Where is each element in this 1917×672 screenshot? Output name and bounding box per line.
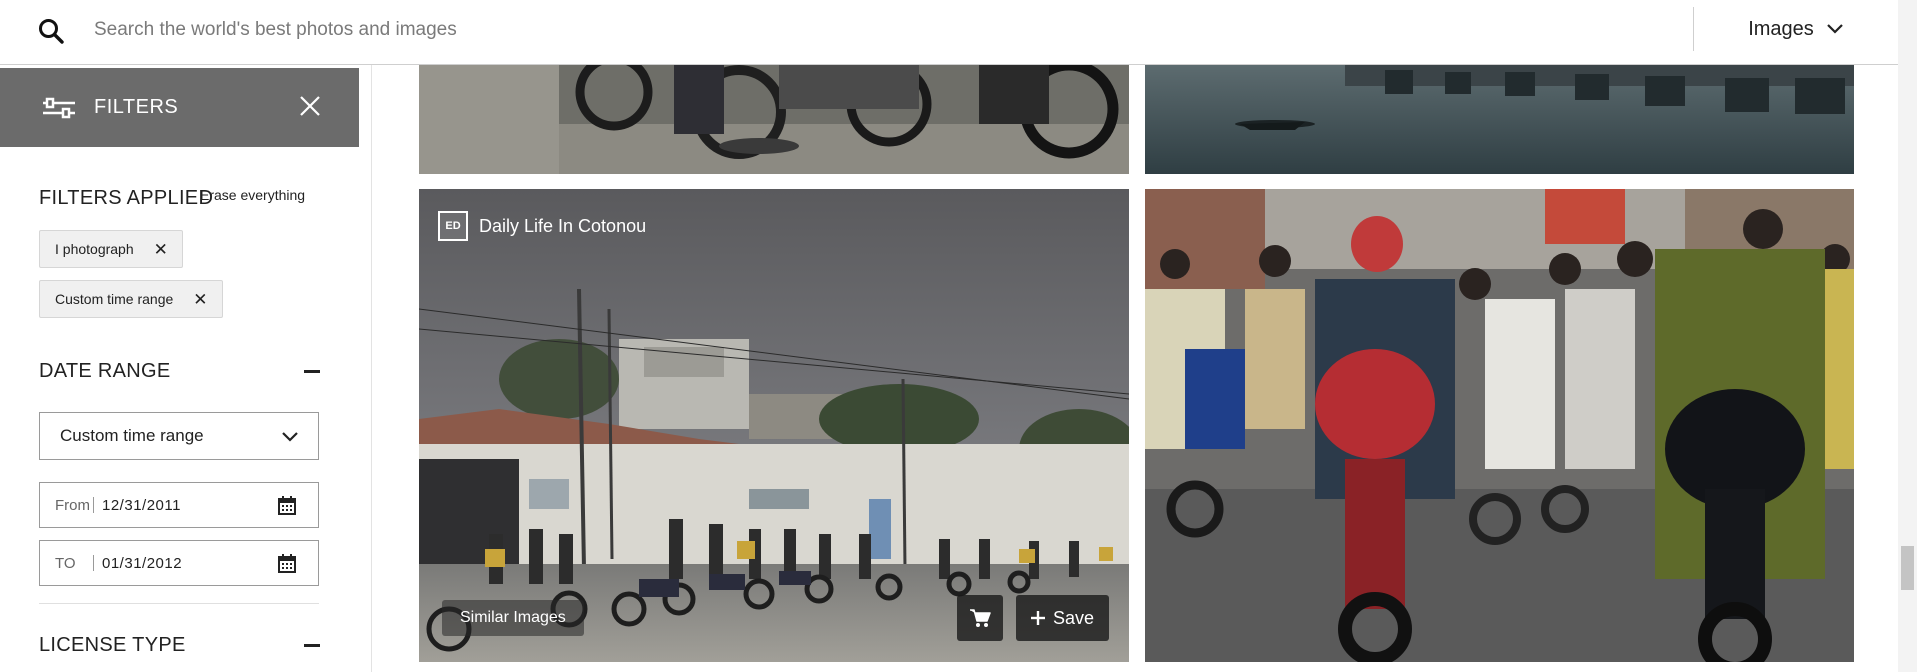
image-title[interactable]: Daily Life In Cotonou <box>479 216 646 237</box>
calendar-icon[interactable] <box>278 554 296 573</box>
section-divider <box>39 603 319 604</box>
image-type-label: Images <box>1748 17 1814 40</box>
motorcyclists-photo <box>1145 189 1854 662</box>
erase-all-link[interactable]: Erase everything <box>200 187 305 203</box>
date-range-title: DATE RANGE <box>39 360 171 382</box>
search-icon[interactable] <box>38 18 64 44</box>
date-from-field[interactable]: From 12/31/2011 <box>39 482 319 528</box>
filter-chip-photograph: I photograph ✕ <box>39 230 183 268</box>
filters-applied-title: FILTERS APPLIED <box>39 187 214 209</box>
plus-icon <box>1030 611 1045 625</box>
sliders-icon <box>43 97 75 118</box>
cart-icon <box>970 609 991 627</box>
save-button[interactable]: Save <box>1015 595 1109 641</box>
image-tile-daily-life-cotonou[interactable]: ED Daily Life In Cotonou Similar Images … <box>419 189 1129 662</box>
date-from-label: From <box>55 496 90 514</box>
street-scene-photo <box>419 189 1129 662</box>
scrollbar-thumb[interactable] <box>1901 546 1914 590</box>
date-from-value: 12/31/2011 <box>102 496 181 514</box>
save-label: Save <box>1052 607 1094 628</box>
search-input[interactable] <box>92 12 1676 48</box>
chevron-down-icon <box>282 432 298 442</box>
date-range-selected: Custom time range <box>60 426 204 445</box>
date-to-label: TO <box>55 554 76 572</box>
sidebar-border <box>371 64 372 672</box>
water-photo <box>1145 64 1854 174</box>
add-to-cart-button[interactable] <box>957 595 1003 641</box>
collapse-date-range-icon[interactable] <box>304 370 320 373</box>
image-caption: ED Daily Life In Cotonou <box>438 211 646 241</box>
field-separator <box>93 497 94 513</box>
editorial-badge: ED <box>438 211 468 241</box>
image-tile-motorcycles-top[interactable] <box>419 64 1129 174</box>
motorcycles-photo <box>419 64 1129 174</box>
chevron-down-icon <box>1827 24 1843 34</box>
image-tile-motorcyclists[interactable] <box>1145 189 1854 662</box>
filter-chip-custom-time: Custom time range ✕ <box>39 280 223 318</box>
chip-label: Custom time range <box>55 291 174 307</box>
filters-sidebar: FILTERS FILTERS APPLIED Erase everything… <box>0 64 372 672</box>
close-icon[interactable] <box>299 95 321 117</box>
calendar-icon[interactable] <box>278 496 296 515</box>
remove-chip-icon[interactable]: ✕ <box>154 241 168 258</box>
date-range-select[interactable]: Custom time range <box>39 412 319 460</box>
filters-header: FILTERS <box>0 68 359 147</box>
date-to-field[interactable]: TO 01/31/2012 <box>39 540 319 586</box>
filters-title: FILTERS <box>94 96 179 118</box>
similar-images-button[interactable]: Similar Images <box>442 600 584 636</box>
date-to-value: 01/31/2012 <box>102 554 183 572</box>
search-bar: Images <box>0 0 1898 65</box>
chip-label: I photograph <box>55 241 134 257</box>
remove-chip-icon[interactable]: ✕ <box>193 291 207 308</box>
license-type-title: LICENSE TYPE <box>39 634 186 656</box>
image-type-dropdown[interactable]: Images <box>1694 0 1898 58</box>
field-separator <box>93 555 94 571</box>
collapse-license-type-icon[interactable] <box>304 644 320 647</box>
image-tile-water-top[interactable] <box>1145 64 1854 174</box>
